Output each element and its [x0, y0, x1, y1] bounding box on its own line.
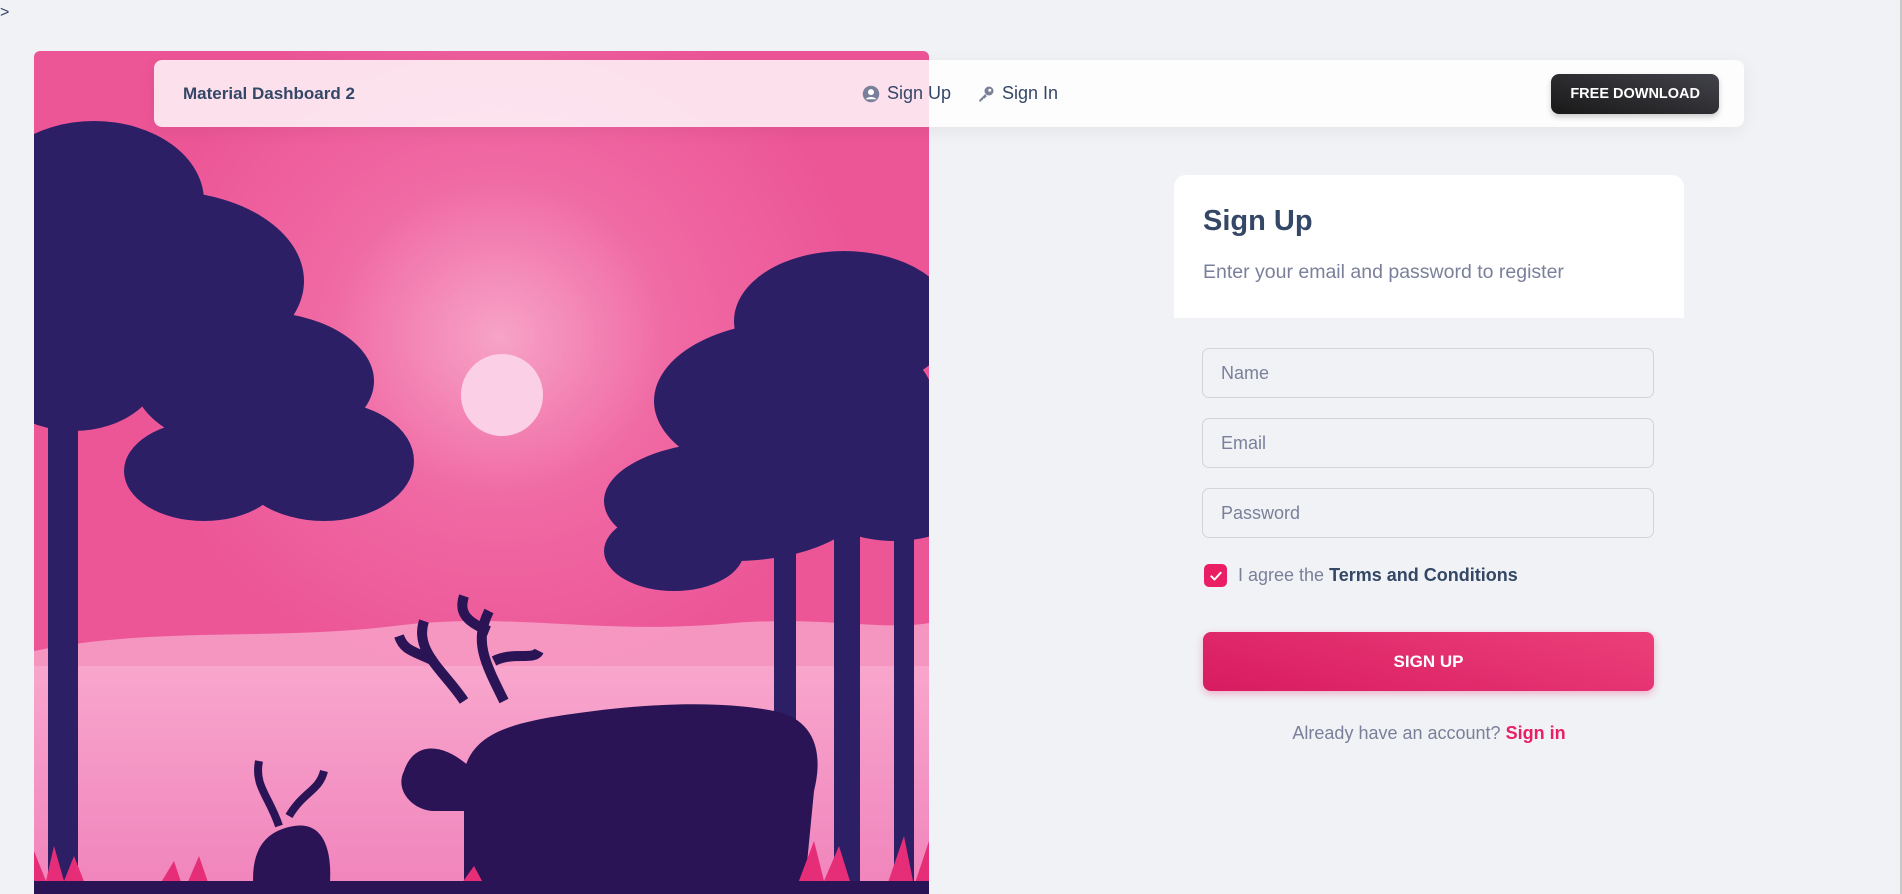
- free-download-button[interactable]: FREE DOWNLOAD: [1551, 74, 1719, 114]
- nav-link-sign-up[interactable]: Sign Up: [862, 83, 951, 104]
- stray-character: >: [0, 4, 10, 21]
- card-subtitle: Enter your email and password to registe…: [1203, 261, 1564, 283]
- terms-prefix-text: I agree the: [1238, 565, 1325, 585]
- terms-checkbox[interactable]: [1204, 564, 1227, 587]
- card-title: Sign Up: [1203, 205, 1313, 237]
- terms-agreement: I agree the Terms and Conditions: [1204, 564, 1518, 587]
- top-navbar: Material Dashboard 2 Sign Up Sign In FRE…: [154, 60, 1744, 127]
- account-circle-icon: [862, 85, 880, 103]
- signin-prompt: Already have an account? Sign in: [1174, 723, 1684, 744]
- email-input[interactable]: [1202, 418, 1654, 468]
- nav-link-sign-in-label: Sign In: [1002, 83, 1059, 103]
- nav-link-sign-in[interactable]: Sign In: [977, 83, 1058, 104]
- signup-card-header: Sign Up Enter your email and password to…: [1174, 175, 1684, 318]
- sign-up-submit-button[interactable]: SIGN UP: [1203, 632, 1654, 691]
- signup-illustration: [34, 51, 929, 894]
- sign-in-link[interactable]: Sign in: [1506, 723, 1566, 743]
- signin-prompt-text: Already have an account?: [1292, 723, 1501, 743]
- name-input[interactable]: [1202, 348, 1654, 398]
- brand-title[interactable]: Material Dashboard 2: [183, 84, 355, 104]
- password-input[interactable]: [1202, 488, 1654, 538]
- checkmark-icon: [1209, 571, 1222, 580]
- key-icon: [977, 85, 995, 103]
- terms-link[interactable]: Terms and Conditions: [1329, 565, 1518, 585]
- nav-link-sign-up-label: Sign Up: [887, 83, 952, 103]
